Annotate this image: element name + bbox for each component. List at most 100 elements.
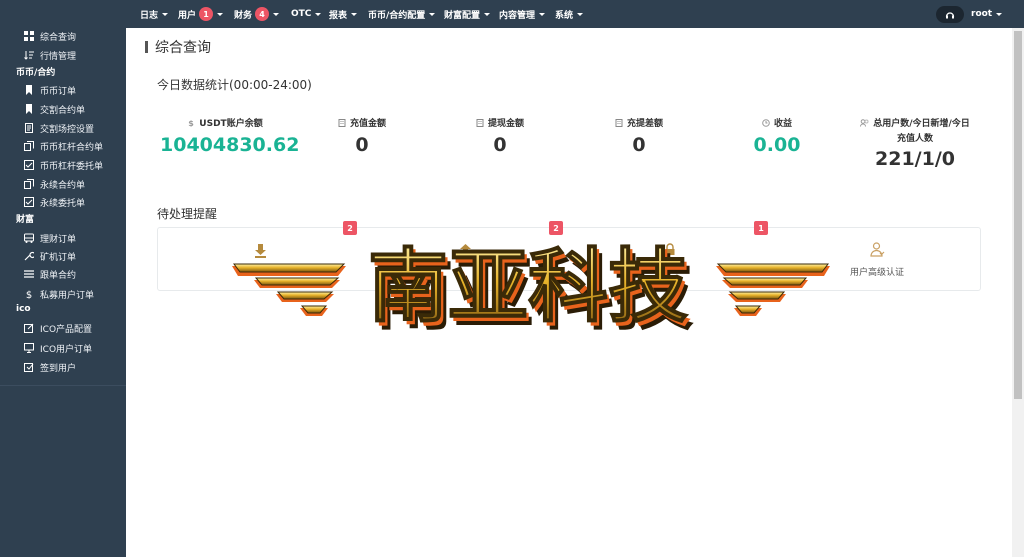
user-menu[interactable]: root bbox=[971, 0, 1003, 28]
stat-income: 收益 0.00 bbox=[712, 116, 842, 156]
nav-otc[interactable]: OTC bbox=[291, 0, 322, 28]
stat-value: 0 bbox=[355, 134, 369, 156]
sidebar-item-finance-orders[interactable]: 理财订单 bbox=[23, 230, 76, 246]
nav-finance[interactable]: 财务 4 bbox=[234, 0, 280, 28]
nav-label: 币币/合约配置 bbox=[368, 10, 426, 21]
nav-coin-config[interactable]: 币币/合约配置 bbox=[368, 0, 436, 28]
pending-badge-withdraw: 2 bbox=[549, 221, 563, 235]
checklist-icon bbox=[23, 160, 34, 171]
logo-left-wing bbox=[232, 263, 346, 316]
svg-text:$: $ bbox=[25, 290, 31, 299]
stat-deposit: 充值金额 0 bbox=[297, 116, 427, 156]
chevron-down-icon bbox=[577, 12, 584, 16]
nav-wealth-config[interactable]: 财富配置 bbox=[444, 0, 491, 28]
sidebar-item-label: 理财订单 bbox=[40, 234, 77, 245]
bus-icon bbox=[23, 233, 34, 244]
sidebar-item-overview[interactable]: 综合查询 bbox=[23, 28, 76, 44]
stat-net-diff: 充提差额 0 bbox=[574, 116, 704, 156]
nav-label: 用户 bbox=[178, 10, 197, 21]
bookmark-icon bbox=[23, 85, 34, 96]
sidebar-item-leverage-entrust[interactable]: 币币杠杆委托单 bbox=[23, 157, 103, 173]
signin-icon bbox=[23, 362, 34, 373]
title-bar bbox=[145, 40, 148, 53]
stat-label: 充值金额 bbox=[349, 119, 386, 129]
chevron-down-icon bbox=[351, 12, 358, 16]
logo-text: 南亚科技 bbox=[368, 240, 688, 332]
nav-reports[interactable]: 报表 bbox=[329, 0, 358, 28]
sidebar-group-ico: ico bbox=[16, 304, 31, 314]
dollar-icon: $ bbox=[23, 289, 34, 300]
dollar-icon: $ bbox=[187, 119, 195, 127]
top-navbar: 日志 用户 1 财务 4 OTC 报表 币币/合约配置 财富配置 内容管理 系统 bbox=[126, 0, 1024, 28]
pending-label-user-verify[interactable]: 用户高级认证 bbox=[850, 265, 904, 278]
sidebar-item-copy-contract[interactable]: 跟单合约 bbox=[23, 266, 76, 282]
nav-label: OTC bbox=[291, 9, 312, 19]
sidebar-item-market[interactable]: 行情管理 bbox=[23, 47, 76, 63]
sidebar-item-miner-orders[interactable]: 矿机订单 bbox=[23, 248, 76, 264]
stat-withdraw: 提现金额 0 bbox=[435, 116, 565, 156]
nav-users[interactable]: 用户 1 bbox=[178, 0, 224, 28]
today-stats-title: 今日数据统计(00:00-24:00) bbox=[157, 78, 312, 92]
chevron-down-icon bbox=[217, 12, 224, 16]
nav-badge: 4 bbox=[255, 7, 270, 21]
stat-label: USDT账户余额 bbox=[199, 119, 263, 129]
stat-label: 收益 bbox=[773, 119, 792, 129]
logo-right-wing bbox=[716, 263, 830, 316]
sidebar-item-leverage-orders[interactable]: 币币杠杆合约单 bbox=[23, 138, 103, 154]
nav-badge: 1 bbox=[199, 7, 214, 21]
stat-users: 总用户数/今日新增/今日 充值人数 221/1/0 bbox=[850, 116, 980, 170]
sidebar-item-private-orders[interactable]: $ 私募用户订单 bbox=[23, 286, 94, 302]
sidebar-group-wealth: 财富 bbox=[16, 215, 35, 225]
sidebar-item-label: 交割场控设置 bbox=[40, 124, 95, 135]
building-icon bbox=[615, 118, 623, 127]
nav-label: 日志 bbox=[140, 10, 159, 21]
grid-icon bbox=[23, 31, 34, 42]
sidebar-divider bbox=[0, 385, 126, 386]
user-verify-icon[interactable] bbox=[870, 242, 885, 261]
user-avatar[interactable] bbox=[936, 6, 964, 23]
nav-system[interactable]: 系统 bbox=[555, 0, 584, 28]
list-icon bbox=[23, 269, 34, 280]
sidebar-item-label: 币币订单 bbox=[40, 86, 77, 97]
copy-icon bbox=[23, 179, 34, 190]
sidebar-item-perpetual-orders[interactable]: 永续合约单 bbox=[23, 176, 85, 192]
pending-badge-deposit: 2 bbox=[343, 221, 357, 235]
sidebar-item-label: 币币杠杆委托单 bbox=[40, 161, 104, 172]
sidebar-item-delivery-orders[interactable]: 交割合约单 bbox=[23, 101, 85, 117]
stat-label: 充提差额 bbox=[626, 119, 663, 129]
sidebar-item-label: 行情管理 bbox=[40, 51, 77, 62]
user-name: root bbox=[971, 9, 993, 19]
sidebar-item-label: 综合查询 bbox=[40, 32, 77, 43]
sidebar-item-perpetual-entrust[interactable]: 永续委托单 bbox=[23, 194, 85, 210]
stat-label-line2: 充值人数 bbox=[896, 134, 933, 144]
sidebar-item-ico-config[interactable]: ICO产品配置 bbox=[23, 320, 92, 336]
page-title-text: 综合查询 bbox=[155, 39, 211, 56]
chevron-down-icon bbox=[996, 12, 1003, 16]
stat-label: 总用户数/今日新增/今日 bbox=[873, 119, 970, 129]
sidebar-item-signin-users[interactable]: 签到用户 bbox=[23, 359, 76, 375]
sidebar-item-coin-orders[interactable]: 币币订单 bbox=[23, 82, 76, 98]
sidebar-item-label: 永续委托单 bbox=[40, 198, 86, 209]
scrollbar-thumb[interactable] bbox=[1014, 31, 1022, 399]
page-title: 综合查询 bbox=[145, 38, 211, 56]
nav-label: 系统 bbox=[555, 10, 574, 21]
pending-title: 待处理提醒 bbox=[157, 207, 218, 221]
monitor-icon bbox=[23, 343, 34, 354]
chevron-down-icon bbox=[273, 12, 280, 16]
nav-content[interactable]: 内容管理 bbox=[499, 0, 546, 28]
copy-icon bbox=[23, 141, 34, 152]
nav-label: 财富配置 bbox=[444, 10, 481, 21]
sidebar-item-label: 签到用户 bbox=[40, 363, 77, 374]
chevron-down-icon bbox=[539, 12, 546, 16]
stat-value: 221/1/0 bbox=[875, 148, 955, 170]
sidebar-group-coin: 币币/合约 bbox=[16, 68, 56, 78]
sidebar-item-delivery-control[interactable]: 交割场控设置 bbox=[23, 120, 94, 136]
chevron-down-icon bbox=[484, 12, 491, 16]
bookmark-icon bbox=[23, 104, 34, 115]
nav-label: 报表 bbox=[329, 10, 348, 21]
chevron-down-icon bbox=[162, 12, 169, 16]
checklist-icon bbox=[23, 197, 34, 208]
nav-label: 内容管理 bbox=[499, 10, 536, 21]
sidebar-item-ico-orders[interactable]: ICO用户订单 bbox=[23, 340, 92, 356]
nav-log[interactable]: 日志 bbox=[140, 0, 169, 28]
